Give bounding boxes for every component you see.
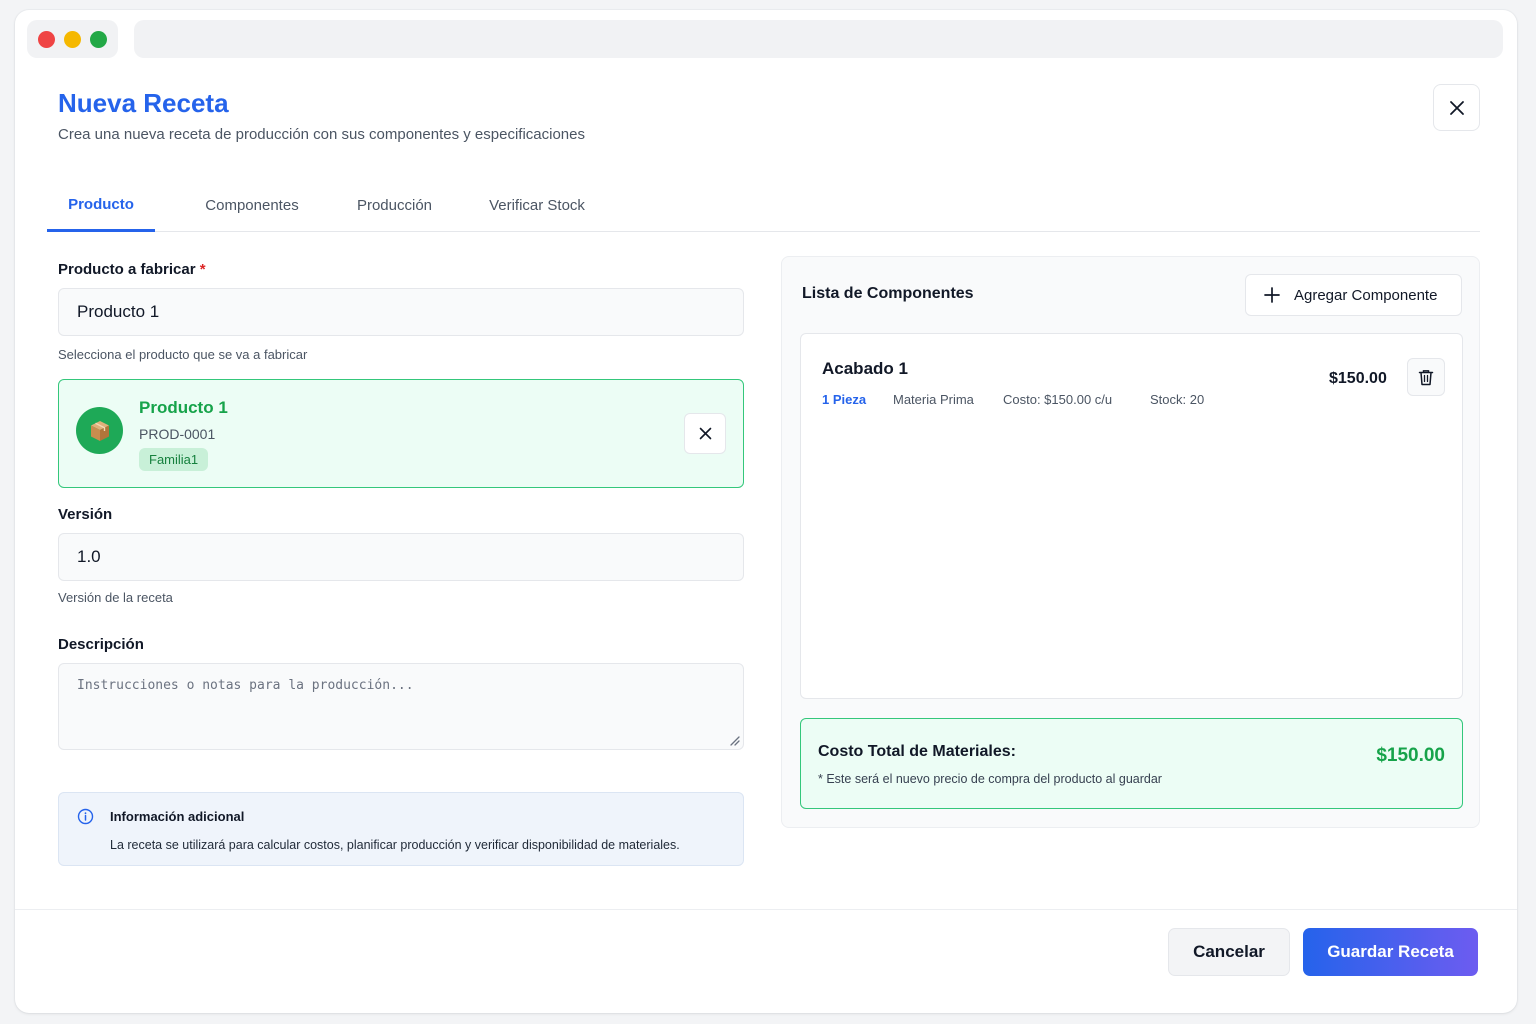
tab-bar: Producto Componentes Producción Verifica… — [47, 180, 1480, 232]
product-select[interactable]: Producto 1 — [58, 288, 744, 336]
components-panel-title: Lista de Componentes — [802, 285, 974, 302]
footer-divider — [15, 909, 1517, 910]
page-subtitle: Crea una nueva receta de producción con … — [58, 126, 585, 143]
product-help-text: Selecciona el producto que se va a fabri… — [58, 347, 308, 362]
version-input[interactable]: 1.0 — [58, 533, 744, 581]
product-select-value: Producto 1 — [77, 302, 160, 321]
add-component-button[interactable]: Agregar Componente — [1245, 274, 1462, 316]
total-cost-box: Costo Total de Materiales: * Este será e… — [800, 718, 1463, 809]
component-cost: Costo: $150.00 c/u — [1003, 392, 1113, 407]
tab-verificar-stock[interactable]: Verificar Stock — [472, 180, 602, 231]
component-stock: Stock: 20 — [1150, 392, 1205, 407]
product-field-label: Producto a fabricar * — [58, 261, 206, 278]
trash-icon — [1418, 369, 1434, 385]
total-cost-note: * Este será el nuevo precio de compra de… — [818, 772, 1162, 786]
selected-product-card: Producto 1 PROD-0001 Familia1 — [58, 379, 744, 488]
info-text: La receta se utilizará para calcular cos… — [110, 838, 680, 852]
minimize-window-button[interactable] — [64, 30, 81, 48]
required-mark: * — [199, 261, 206, 278]
address-bar[interactable] — [134, 20, 1503, 58]
delete-component-button[interactable] — [1407, 358, 1445, 396]
component-name: Acabado 1 — [822, 359, 908, 378]
close-window-button[interactable] — [38, 30, 55, 48]
description-placeholder: Instrucciones o notas para la producción… — [77, 678, 414, 693]
resize-handle-icon[interactable] — [728, 734, 740, 746]
component-type: Materia Prima — [893, 392, 974, 407]
family-badge: Familia1 — [139, 448, 209, 471]
tab-produccion[interactable]: Producción — [337, 180, 452, 231]
total-cost-label: Costo Total de Materiales: — [818, 743, 1016, 760]
remove-product-button[interactable] — [684, 413, 726, 454]
cancel-button[interactable]: Cancelar — [1168, 928, 1290, 976]
page-title: Nueva Receta — [58, 88, 229, 118]
components-list: Acabado 1 1 Pieza Materia Prima Costo: $… — [800, 333, 1463, 699]
tab-componentes[interactable]: Componentes — [177, 180, 327, 231]
components-panel: Lista de Componentes Agregar Componente … — [781, 256, 1480, 828]
tab-producto[interactable]: Producto — [47, 180, 155, 232]
close-icon — [1449, 100, 1464, 115]
component-quantity: 1 Pieza — [822, 392, 867, 407]
version-help-text: Versión de la receta — [58, 590, 173, 605]
component-price: $150.00 — [1329, 370, 1387, 387]
window-controls — [27, 20, 118, 58]
info-title: Información adicional — [110, 809, 245, 824]
maximize-window-button[interactable] — [90, 30, 107, 48]
product-label-text: Producto a fabricar — [58, 261, 196, 278]
version-input-value: 1.0 — [77, 547, 101, 566]
info-icon — [77, 808, 94, 825]
info-box: Información adicional La receta se utili… — [58, 792, 744, 866]
description-textarea[interactable]: Instrucciones o notas para la producción… — [58, 663, 744, 750]
window-titlebar — [15, 10, 1517, 68]
version-label: Versión — [58, 506, 113, 523]
close-dialog-button[interactable] — [1433, 84, 1480, 131]
app-window: Nueva Receta Crea una nueva receta de pr… — [15, 10, 1517, 1013]
plus-icon — [1264, 287, 1280, 303]
selected-product-name: Producto 1 — [139, 398, 228, 417]
description-label: Descripción — [58, 636, 144, 653]
total-cost-value: $150.00 — [1376, 745, 1445, 766]
add-component-label: Agregar Componente — [1294, 286, 1438, 304]
save-recipe-button[interactable]: Guardar Receta — [1303, 928, 1478, 976]
close-icon — [699, 427, 711, 440]
selected-product-code: PROD-0001 — [139, 426, 216, 442]
box-icon — [76, 407, 123, 454]
